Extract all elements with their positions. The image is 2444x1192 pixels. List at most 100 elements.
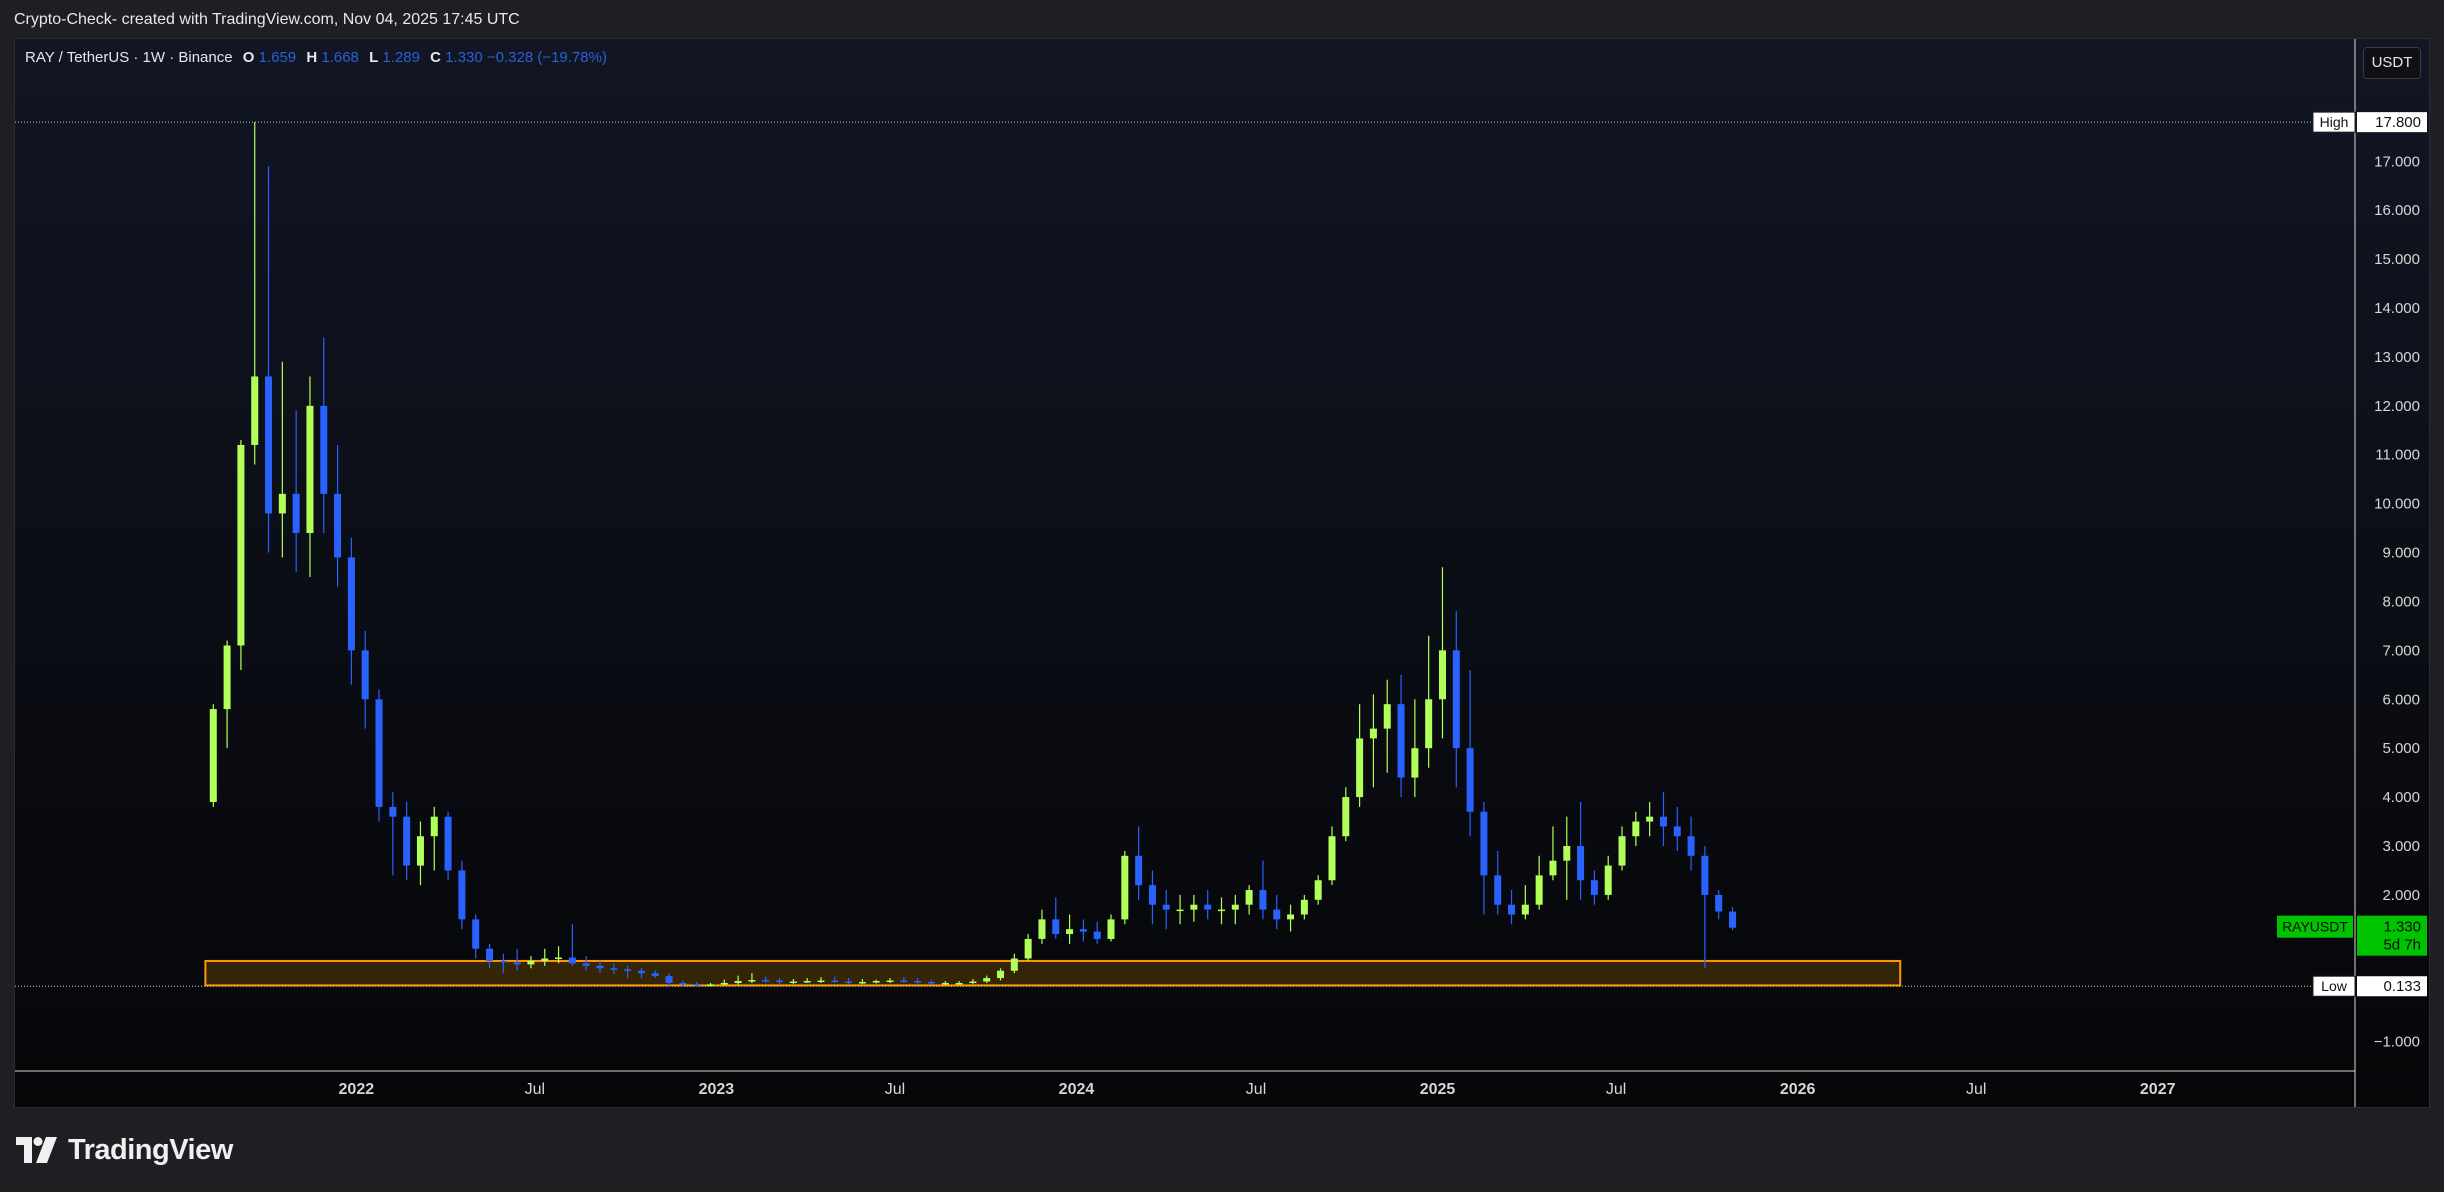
candle-body <box>927 981 935 984</box>
candle-body <box>1010 958 1018 971</box>
y-tick-label: 6.000 <box>2382 691 2420 708</box>
candle-body <box>1356 738 1364 798</box>
candle-body <box>720 982 728 985</box>
candle-body <box>1383 704 1391 729</box>
candle-body <box>1687 836 1695 856</box>
candle-body <box>1466 748 1474 812</box>
candle-body <box>1287 914 1295 920</box>
x-tick-label: 2026 <box>1780 1081 1816 1098</box>
candle-body <box>762 980 770 982</box>
candle[interactable] <box>458 860 466 930</box>
candle-body <box>472 919 480 949</box>
close-label: C <box>430 49 441 66</box>
candle-body <box>375 699 383 807</box>
candle-body <box>582 963 590 966</box>
high-marker-label-text: High <box>2320 114 2349 130</box>
last-price-value-text: 1.330 <box>2383 919 2421 936</box>
last-price-symbol-text: RAYUSDT <box>2282 919 2348 935</box>
y-tick-label: 4.000 <box>2382 789 2420 806</box>
x-tick-label: 2025 <box>1420 1081 1456 1098</box>
candle-body <box>1190 904 1198 910</box>
candle-body <box>1162 904 1170 910</box>
candle-body <box>1577 846 1585 881</box>
candle-body <box>486 948 494 961</box>
candle[interactable] <box>375 689 383 822</box>
candle-body <box>389 806 397 817</box>
candle-body <box>637 970 645 974</box>
low-marker: Low 0.133 <box>2312 975 2427 997</box>
candle-body <box>251 376 259 445</box>
y-tick-label: 10.000 <box>2374 496 2420 513</box>
candle[interactable] <box>209 704 217 807</box>
y-tick-label: 8.000 <box>2382 593 2420 610</box>
chart-caption: Crypto-Check- created with TradingView.c… <box>14 11 520 28</box>
candle[interactable] <box>444 811 452 881</box>
currency-button[interactable]: USDT <box>2363 47 2421 79</box>
high-label: H <box>306 49 318 66</box>
candle-body <box>1107 919 1115 939</box>
candle-body <box>541 958 549 961</box>
candle-body <box>1079 929 1087 932</box>
x-tick-label: Jul <box>885 1081 905 1098</box>
candle-body <box>1535 875 1543 905</box>
x-tick-label: 2022 <box>339 1081 375 1098</box>
candle-body <box>693 983 701 986</box>
low-marker-value-text: 0.133 <box>2383 978 2421 995</box>
change-value: −0.328 (−19.78%) <box>486 49 607 66</box>
open-value: 1.659 <box>258 49 297 66</box>
candle-body <box>858 981 866 984</box>
candle-body <box>1563 846 1571 861</box>
high-marker-value-text: 17.800 <box>2375 114 2421 131</box>
y-tick-label: 7.000 <box>2382 642 2420 659</box>
candle-body <box>265 376 273 514</box>
candle-body <box>1135 855 1143 886</box>
x-tick-label: Jul <box>525 1081 545 1098</box>
candle-body <box>789 981 797 983</box>
y-tick-label: 13.000 <box>2374 349 2420 366</box>
chart-panel[interactable]: 19.00017.00016.00015.00014.00013.00012.0… <box>14 38 2430 1108</box>
candle-body <box>1411 748 1419 778</box>
tradingview-logo-text: TradingView <box>68 1133 233 1166</box>
candle-body <box>499 960 507 963</box>
candle-body <box>1231 904 1239 910</box>
candle-body <box>361 650 369 700</box>
candle-body <box>1659 816 1667 827</box>
y-tick-label: 17.000 <box>2374 153 2420 170</box>
candle-body <box>306 405 314 533</box>
candle[interactable] <box>237 440 245 670</box>
candle-body <box>1259 890 1267 910</box>
candle-body <box>237 444 245 646</box>
low-value: 1.289 <box>382 49 420 66</box>
candle-body <box>416 836 424 866</box>
candle-body <box>527 960 535 965</box>
price-chart[interactable]: 19.00017.00016.00015.00014.00013.00012.0… <box>15 39 2429 1107</box>
candle-body <box>292 493 300 533</box>
candle-body <box>596 965 604 969</box>
y-tick-label: 12.000 <box>2374 398 2420 415</box>
support-zone-rect[interactable] <box>204 959 1902 987</box>
candle-body <box>1590 880 1598 895</box>
candle-body <box>1494 875 1502 905</box>
tradingview-logo[interactable]: TradingView <box>16 1132 233 1168</box>
candle-body <box>1673 826 1681 837</box>
candle-body <box>223 645 231 710</box>
y-tick-label: 15.000 <box>2374 251 2420 268</box>
candle-body <box>1300 899 1308 915</box>
candle-body <box>900 980 908 983</box>
y-tick-label: 2.000 <box>2382 887 2420 904</box>
candle[interactable] <box>1121 850 1129 925</box>
candle-body <box>872 981 880 983</box>
candle-body <box>1452 650 1460 749</box>
candle-body <box>1604 865 1612 895</box>
candle-body <box>776 980 784 983</box>
candle-body <box>1701 855 1709 895</box>
tradingview-logo-icon <box>16 1137 57 1163</box>
candle-body <box>278 493 286 514</box>
x-tick-label: 2027 <box>2140 1081 2176 1098</box>
candle-body <box>1121 855 1129 920</box>
candle-body <box>817 980 825 983</box>
high-marker: High 17.800 <box>2312 111 2427 133</box>
candle-body <box>320 405 328 494</box>
candle-body <box>941 982 949 985</box>
open-label: O <box>242 49 255 66</box>
